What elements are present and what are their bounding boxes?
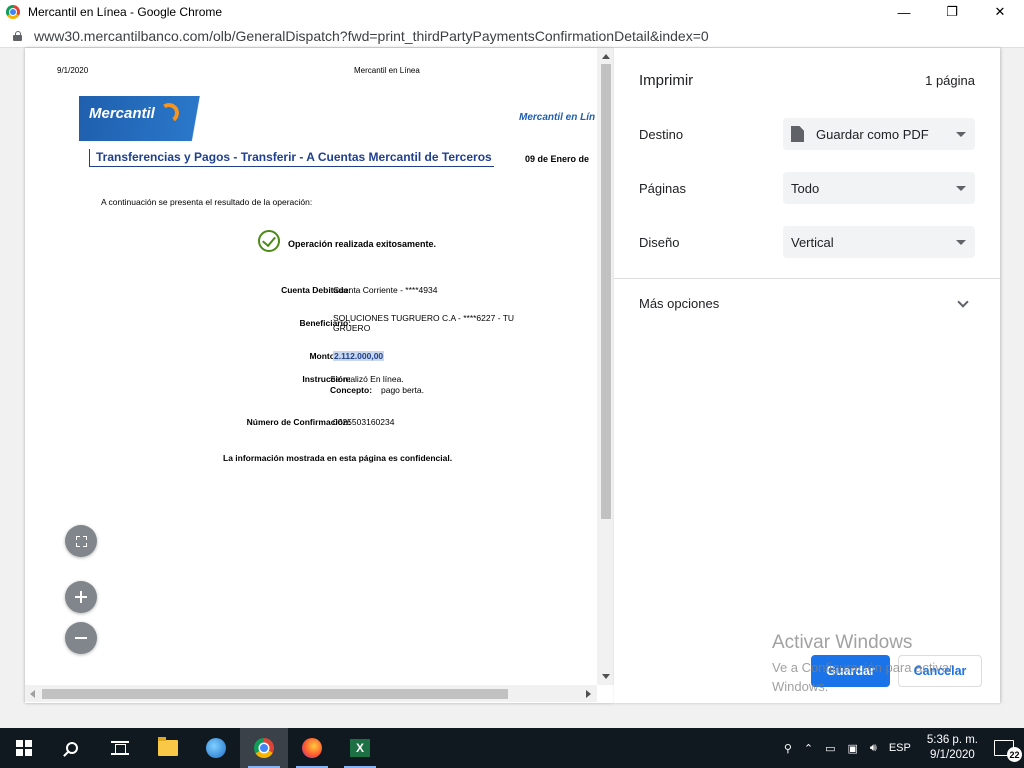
edge-icon xyxy=(206,738,226,758)
destination-label: Destino xyxy=(639,127,684,142)
clock-time: 5:36 p. m. xyxy=(926,734,978,746)
people-icon[interactable]: ⚲ xyxy=(778,728,798,768)
pages-select[interactable]: Todo xyxy=(783,172,975,204)
window-title: Mercantil en Línea - Google Chrome xyxy=(28,5,223,19)
notification-center-icon[interactable]: 22 xyxy=(994,740,1022,762)
doc-header-title: Mercantil en Línea xyxy=(354,66,420,75)
chrome-icon xyxy=(6,5,20,19)
field-value-account: Cuenta Corriente - ****4934 xyxy=(333,285,438,295)
zoom-in-button[interactable] xyxy=(65,581,97,613)
window-titlebar: Mercantil en Línea - Google Chrome — ❐ ✕ xyxy=(0,0,1024,24)
chevron-up-icon[interactable]: ⌃ xyxy=(798,728,819,768)
doc-intro-text: A continuación se presenta el resultado … xyxy=(101,197,313,207)
chevron-down-icon xyxy=(956,132,966,137)
layout-value: Vertical xyxy=(791,234,834,250)
print-preview: 9/1/2020 Mercantil en Línea Mercantil Me… xyxy=(25,48,622,703)
destination-select[interactable]: Guardar como PDF xyxy=(783,118,975,150)
system-tray: ⚲ ⌃ ▭ ▣ 🔊︎ ESP 5:36 p. m. 9/1/2020 22 xyxy=(778,728,1024,768)
horizontal-scroll-thumb[interactable] xyxy=(42,689,508,699)
pages-label: Páginas xyxy=(639,181,686,196)
cancel-button[interactable]: Cancelar xyxy=(898,655,982,687)
logo-text: Mercantil xyxy=(89,105,155,122)
chevron-down-icon xyxy=(956,186,966,191)
minus-icon xyxy=(75,632,87,644)
start-button[interactable] xyxy=(0,728,48,768)
folder-icon xyxy=(158,737,178,756)
scroll-up-arrow-icon[interactable] xyxy=(602,54,610,59)
maximize-button[interactable]: ❐ xyxy=(928,0,976,24)
field-value-instruction: Se realizó En línea. xyxy=(330,374,404,384)
field-value-amount: 2.112.000,00 xyxy=(333,351,385,361)
amount-highlight: 2.112.000,00 xyxy=(333,351,385,361)
print-settings-panel: Imprimir 1 página Destino Guardar como P… xyxy=(614,48,1000,703)
scroll-left-arrow-icon[interactable] xyxy=(30,690,35,698)
preview-document: 9/1/2020 Mercantil en Línea Mercantil Me… xyxy=(29,48,622,685)
network-icon[interactable]: ▭ xyxy=(819,728,841,768)
document-icon xyxy=(791,126,804,142)
page-count: 1 página xyxy=(925,73,975,88)
scroll-down-arrow-icon[interactable] xyxy=(602,674,610,679)
field-value-confirmation: 0025503160234 xyxy=(333,417,395,427)
more-options-toggle[interactable]: Más opciones xyxy=(639,296,719,311)
clock-date: 9/1/2020 xyxy=(930,749,975,761)
pages-value: Todo xyxy=(791,180,820,196)
print-title: Imprimir xyxy=(639,72,694,89)
windows-logo-icon xyxy=(16,740,32,756)
clock[interactable]: 5:36 p. m. 9/1/2020 xyxy=(917,733,988,763)
preview-vertical-scrollbar[interactable] xyxy=(597,48,614,685)
fit-to-page-button[interactable] xyxy=(65,525,97,557)
search-icon xyxy=(66,742,78,754)
field-value-beneficiary-line2: GRUERO xyxy=(333,323,371,333)
confidential-notice: La información mostrada en esta página e… xyxy=(223,453,453,463)
windows-taskbar: X ⚲ ⌃ ▭ ▣ 🔊︎ ESP 5:36 p. m. 9/1/2020 22 xyxy=(0,728,1024,768)
minimize-button[interactable]: — xyxy=(880,0,928,24)
scroll-right-arrow-icon[interactable] xyxy=(586,690,591,698)
task-view-icon xyxy=(111,741,129,755)
field-label-concept: Concepto: xyxy=(330,385,373,395)
address-bar[interactable]: www30.mercantilbanco.com/olb/GeneralDisp… xyxy=(0,24,1024,48)
save-button[interactable]: Guardar xyxy=(811,655,890,687)
doc-page-date: 09 de Enero de xyxy=(525,154,590,164)
battery-icon[interactable]: ▣ xyxy=(842,728,864,768)
check-circle-icon xyxy=(258,230,280,252)
success-message: Operación realizada exitosamente. xyxy=(288,239,437,249)
destination-value: Guardar como PDF xyxy=(816,126,929,142)
watermark-title: Activar Windows xyxy=(772,632,913,653)
notification-count: 22 xyxy=(1007,747,1022,762)
fit-page-icon xyxy=(75,535,87,547)
field-value-beneficiary: SOLUCIONES TUGRUERO C.A - ****6227 - TU xyxy=(333,313,515,323)
logo-right-text: Mercantil en Lín xyxy=(519,112,596,123)
doc-header-date: 9/1/2020 xyxy=(57,66,89,75)
url-text[interactable]: www30.mercantilbanco.com/olb/GeneralDisp… xyxy=(34,28,709,44)
doc-page-title: Transferencias y Pagos - Transferir - A … xyxy=(89,149,494,167)
firefox-icon xyxy=(302,738,322,758)
file-explorer-button[interactable] xyxy=(144,728,192,768)
chrome-taskbar-button[interactable] xyxy=(240,728,288,768)
firefox-button[interactable] xyxy=(288,728,336,768)
zoom-out-button[interactable] xyxy=(65,622,97,654)
chevron-down-icon xyxy=(956,240,966,245)
vertical-scroll-thumb[interactable] xyxy=(601,64,611,519)
excel-button[interactable]: X xyxy=(336,728,384,768)
field-value-concept: pago berta. xyxy=(381,385,425,395)
lock-icon[interactable] xyxy=(13,30,22,41)
language-indicator[interactable]: ESP xyxy=(883,728,917,768)
task-view-button[interactable] xyxy=(96,728,144,768)
volume-icon[interactable]: 🔊︎ xyxy=(864,728,883,768)
expand-chevron-icon[interactable] xyxy=(957,296,969,308)
search-button[interactable] xyxy=(48,728,96,768)
window-controls: — ❐ ✕ xyxy=(880,0,1024,24)
layout-select[interactable]: Vertical xyxy=(783,226,975,258)
chrome-icon xyxy=(254,738,274,758)
plus-icon xyxy=(75,591,87,603)
excel-icon: X xyxy=(350,739,370,757)
layout-label: Diseño xyxy=(639,235,680,250)
edge-button[interactable] xyxy=(192,728,240,768)
preview-horizontal-scrollbar[interactable] xyxy=(25,685,597,702)
settings-divider xyxy=(614,278,1000,279)
close-button[interactable]: ✕ xyxy=(976,0,1024,24)
